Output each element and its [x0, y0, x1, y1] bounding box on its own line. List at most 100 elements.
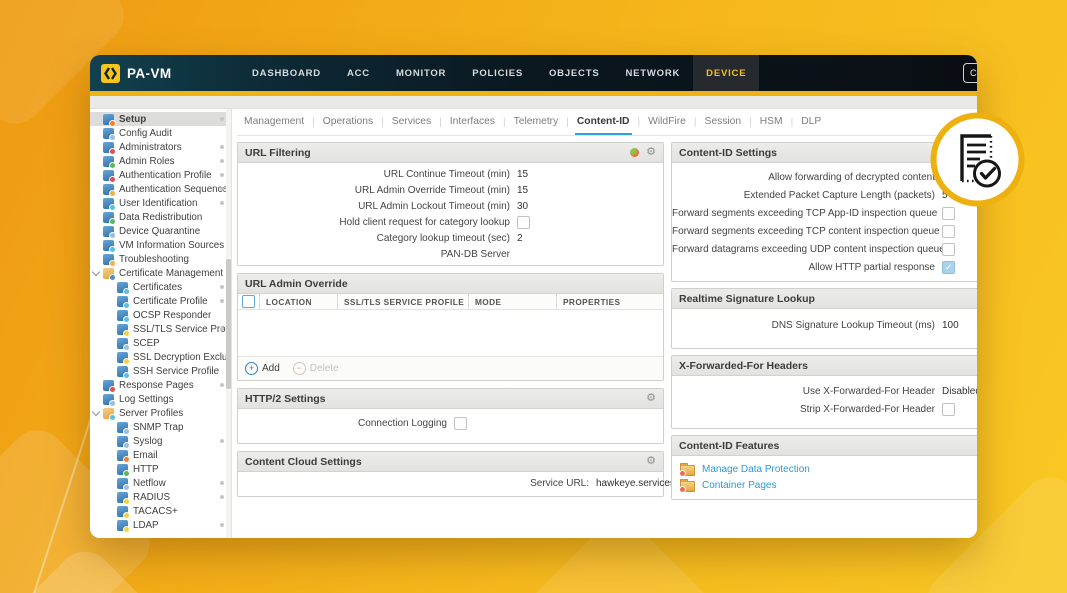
gear-icon[interactable]: ⚙	[646, 456, 656, 467]
checkbox[interactable]	[942, 403, 955, 416]
tab-dlp[interactable]: DLP	[799, 109, 823, 135]
checkbox[interactable]	[517, 216, 530, 229]
sidebar-item-label: Log Settings	[119, 394, 173, 405]
panel-body: URL Continue Timeout (min)15URL Admin Ov…	[238, 163, 663, 265]
sidebar-item-certificates[interactable]: Certificates	[90, 280, 231, 294]
sidebar-scrollbar-thumb[interactable]	[226, 259, 231, 389]
sidebar-item-ldap[interactable]: LDAP	[90, 518, 231, 532]
tab-management[interactable]: Management	[242, 109, 306, 135]
ssh-service-profile-icon	[117, 366, 128, 377]
sidebar-item-server-profiles[interactable]: Server Profiles	[90, 406, 231, 420]
tab-session[interactable]: Session	[702, 109, 743, 135]
tab-telemetry[interactable]: Telemetry	[512, 109, 561, 135]
nav-item-acc[interactable]: ACC	[334, 55, 383, 91]
sidebar-item-admin-roles[interactable]: Admin Roles	[90, 154, 231, 168]
config-audit-icon	[103, 128, 114, 139]
chevron-down-icon[interactable]	[92, 268, 100, 276]
checkbox[interactable]: ✓	[942, 261, 955, 274]
sidebar-item-snmp-trap[interactable]: SNMP Trap	[90, 420, 231, 434]
form-row: Forward segments exceeding TCP content i…	[672, 222, 977, 240]
panels-area: URL Filtering⚙URL Continue Timeout (min)…	[237, 136, 977, 500]
item-dot-icon	[220, 439, 224, 443]
commit-button[interactable]: Commit	[963, 63, 977, 83]
tab-services[interactable]: Services	[390, 109, 433, 135]
sidebar-item-label: Troubleshooting	[119, 254, 189, 265]
sidebar-item-data-redistribution[interactable]: Data Redistribution	[90, 210, 231, 224]
sidebar-item-label: Email	[133, 450, 158, 461]
checkbox[interactable]	[454, 417, 467, 430]
sidebar-item-ssl-decryption-exclusion[interactable]: SSL Decryption Exclusion	[90, 350, 231, 364]
form-row: Hold client request for category lookup	[238, 214, 663, 230]
sidebar-item-certificate-profile[interactable]: Certificate Profile	[90, 294, 231, 308]
scep-icon	[117, 338, 128, 349]
link-container-pages[interactable]: Container Pages	[702, 480, 777, 491]
sidebar-item-ssh-service-profile[interactable]: SSH Service Profile	[90, 364, 231, 378]
sidebar-item-authentication-profile[interactable]: Authentication Profile	[90, 168, 231, 182]
sidebar-item-tacacs[interactable]: TACACS+	[90, 504, 231, 518]
feature-link-row: Manage Data Protection	[672, 461, 977, 477]
nav-item-dashboard[interactable]: DASHBOARD	[239, 55, 334, 91]
sidebar-item-email[interactable]: Email	[90, 448, 231, 462]
checkbox[interactable]	[942, 225, 955, 238]
tab-separator: |	[638, 117, 641, 128]
sidebar-item-http[interactable]: HTTP	[90, 462, 231, 476]
sidebar-item-certificate-management[interactable]: Certificate Management	[90, 266, 231, 280]
select-all-checkbox[interactable]	[242, 295, 255, 308]
checkbox[interactable]	[942, 207, 955, 220]
panel-title: HTTP/2 Settings	[245, 393, 326, 405]
sidebar-item-label: Admin Roles	[119, 156, 175, 167]
link-manage-data-protection[interactable]: Manage Data Protection	[702, 464, 810, 475]
item-dot-icon	[220, 523, 224, 527]
nav-item-monitor[interactable]: MONITOR	[383, 55, 459, 91]
sidebar-item-scep[interactable]: SCEP	[90, 336, 231, 350]
checkbox[interactable]	[942, 243, 955, 256]
tab-interfaces[interactable]: Interfaces	[448, 109, 497, 135]
sidebar-item-ssl-tls-service-profile[interactable]: SSL/TLS Service Profile	[90, 322, 231, 336]
tab-separator: |	[439, 117, 442, 128]
app-window: PA-VM DASHBOARDACCMONITORPOLICIESOBJECTS…	[90, 55, 977, 538]
item-dot-icon	[220, 145, 224, 149]
gear-icon[interactable]: ⚙	[646, 393, 656, 404]
nav-item-network[interactable]: NETWORK	[612, 55, 693, 91]
sidebar-item-vm-information-sources[interactable]: VM Information Sources	[90, 238, 231, 252]
sidebar-item-log-settings[interactable]: Log Settings	[90, 392, 231, 406]
sidebar-item-setup[interactable]: Setup	[90, 112, 231, 126]
sidebar-item-netflow[interactable]: Netflow	[90, 476, 231, 490]
tab-separator: |	[791, 117, 794, 128]
tab-content-id[interactable]: Content-ID	[575, 109, 632, 135]
ssl-tls-service-profile-icon	[117, 324, 128, 335]
chevron-down-icon[interactable]	[92, 408, 100, 416]
nav-item-objects[interactable]: OBJECTS	[536, 55, 612, 91]
form-row: PAN-DB Server	[238, 246, 663, 262]
gear-icon[interactable]: ⚙	[646, 147, 656, 158]
sidebar-item-response-pages[interactable]: Response Pages	[90, 378, 231, 392]
nav-item-policies[interactable]: POLICIES	[459, 55, 536, 91]
panel-title: Content-ID Features	[679, 440, 779, 452]
nav-item-device[interactable]: DEVICE	[693, 55, 759, 91]
column-header-properties: PROPERTIES	[557, 294, 663, 309]
panel-header: URL Admin Override	[238, 274, 663, 294]
tab-hsm[interactable]: HSM	[758, 109, 785, 135]
sidebar-item-administrators[interactable]: Administrators	[90, 140, 231, 154]
field-label: URL Continue Timeout (min)	[238, 169, 510, 180]
tab-wildfire[interactable]: WildFire	[646, 109, 688, 135]
sidebar-item-label: VM Information Sources	[119, 240, 224, 251]
tab-separator: |	[694, 117, 697, 128]
field-label: DNS Signature Lookup Timeout (ms)	[672, 320, 935, 331]
sidebar-item-ocsp-responder[interactable]: OCSP Responder	[90, 308, 231, 322]
sidebar-item-user-identification[interactable]: User Identification	[90, 196, 231, 210]
sidebar-scrollbar[interactable]	[226, 109, 231, 538]
sidebar-item-config-audit[interactable]: Config Audit	[90, 126, 231, 140]
panel-realtime-signature-lookup: Realtime Signature LookupDNS Signature L…	[671, 288, 977, 349]
add-button[interactable]: +Add	[245, 362, 280, 375]
sidebar-item-syslog[interactable]: Syslog	[90, 434, 231, 448]
table-footer: +Add−Delete	[238, 356, 663, 380]
sidebar-item-troubleshooting[interactable]: Troubleshooting	[90, 252, 231, 266]
sidebar-item-device-quarantine[interactable]: Device Quarantine	[90, 224, 231, 238]
sidebar-item-authentication-sequence[interactable]: Authentication Sequence	[90, 182, 231, 196]
field-label: Forward segments exceeding TCP App-ID in…	[672, 208, 935, 219]
sidebar-item-radius[interactable]: RADIUS	[90, 490, 231, 504]
certificate-management-icon	[103, 268, 114, 279]
tab-operations[interactable]: Operations	[321, 109, 375, 135]
sidebar-item-label: Administrators	[119, 142, 182, 153]
